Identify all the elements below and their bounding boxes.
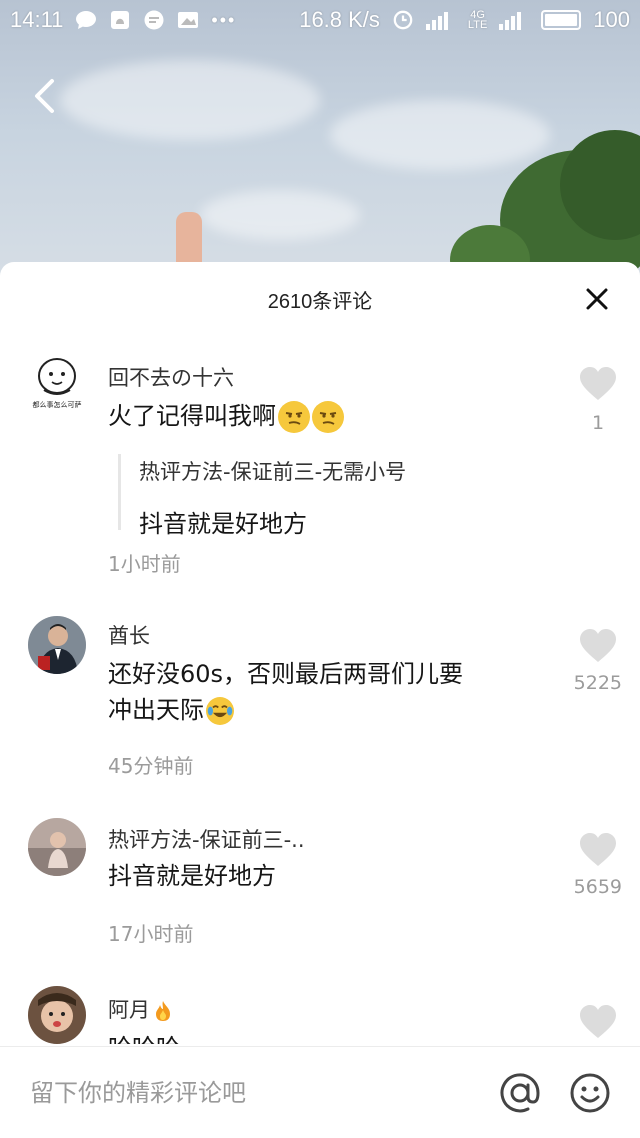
battery-icon: [541, 10, 582, 30]
message-icon: [144, 10, 164, 30]
smirk-emoji-icon: [312, 401, 344, 433]
heart-icon[interactable]: [578, 628, 618, 664]
comment-text-line-2: 冲出天际: [108, 696, 204, 724]
like-count: 5225: [573, 672, 622, 694]
status-time: 14:11: [10, 7, 64, 32]
reply-text: 抖音就是好地方: [139, 510, 307, 538]
image-icon: [178, 12, 199, 28]
comment-username[interactable]: 回不去の十六: [108, 362, 234, 392]
close-icon[interactable]: [584, 286, 610, 312]
comment-item: 阿月 哈哈哈: [0, 966, 640, 1044]
back-button[interactable]: [24, 76, 64, 116]
comment-input[interactable]: [30, 1078, 470, 1107]
comment-text: 还好没60s，否则最后两哥们儿要 冲出天际: [108, 656, 538, 728]
battery-level: 100: [593, 7, 630, 32]
chevron-left-icon: [35, 79, 54, 113]
alarm-icon: [393, 10, 413, 30]
comment-text: 抖音就是好地方: [108, 862, 276, 890]
emoji-picker-icon[interactable]: [568, 1071, 612, 1115]
comment-text: 哈哈哈: [108, 1030, 538, 1044]
like-count: 5659: [573, 876, 622, 898]
network-speed: 16.8 K/s: [299, 7, 380, 32]
signal-icon: [425, 12, 448, 30]
comment-item: 热评方法-保证前三-.. 抖音就是好地方 17小时前 5659: [0, 796, 640, 966]
heart-icon[interactable]: [578, 832, 618, 868]
heart-icon[interactable]: [578, 366, 618, 402]
comment-username[interactable]: 酋长: [108, 620, 150, 650]
comment-item: 都么事怎么可萨 回不去の十六 火了记得叫我啊 热评方法-保证前三-无需小号 抖音…: [0, 336, 640, 586]
comment-item: 酋长 还好没60s，否则最后两哥们儿要 冲出天际 45分钟前 5225: [0, 586, 640, 796]
comment-text: 火了记得叫我啊: [108, 398, 538, 434]
comment-username-text: 阿月: [108, 998, 150, 1022]
fire-icon: [156, 1001, 170, 1021]
at-mention-icon[interactable]: [498, 1071, 542, 1115]
avatar[interactable]: [28, 616, 86, 674]
avatar[interactable]: [28, 986, 86, 1044]
comment-count-title: 2610条评论: [267, 290, 373, 313]
comment-text-content: 火了记得叫我啊: [108, 402, 276, 430]
chat-bubble-icon: [76, 11, 97, 29]
comment-list[interactable]: 都么事怎么可萨 回不去の十六 火了记得叫我啊 热评方法-保证前三-无需小号 抖音…: [0, 336, 640, 1044]
tears-of-joy-emoji-icon: [206, 697, 234, 725]
avatar[interactable]: 都么事怎么可萨: [28, 352, 86, 410]
comment-time: 1小时前: [108, 552, 181, 576]
video-background: [0, 0, 640, 300]
comment-username[interactable]: 热评方法-保证前三-..: [108, 824, 305, 854]
comment-input-bar: [0, 1046, 640, 1138]
comment-time: 17小时前: [108, 922, 194, 946]
comment-sheet: 2610条评论 都么事怎么可萨 回不去の十六 火了记得叫我啊 热评方法-保证前三…: [0, 262, 640, 1138]
quoted-reply[interactable]: 热评方法-保证前三-无需小号 抖音就是好地方: [118, 454, 538, 538]
more-dots-icon: •••: [211, 9, 237, 30]
comment-time: 45分钟前: [108, 754, 194, 778]
smirk-emoji-icon: [278, 401, 310, 433]
like-count: 1: [591, 412, 605, 434]
child-photo-avatar: [28, 818, 86, 876]
reply-username: 热评方法-保证前三-无需小号: [139, 460, 407, 484]
avatar-caption: 都么事怎么可萨: [32, 401, 82, 409]
man-in-suit-avatar: [28, 616, 86, 674]
avatar[interactable]: [28, 818, 86, 876]
4g-lte-icon: 4G LTE: [467, 9, 488, 31]
child-selfie-avatar: [28, 986, 86, 1044]
comment-text-line-1: 还好没60s，否则最后两哥们儿要: [108, 660, 464, 688]
notification-icon: [111, 11, 130, 29]
status-bar: 14:11 ••• 16.8 K/s 4G LTE 100: [0, 0, 640, 40]
comment-username[interactable]: 阿月: [108, 994, 172, 1024]
sheet-header: 2610条评论: [0, 262, 640, 336]
signal-icon-2: [499, 12, 522, 30]
heart-icon[interactable]: [578, 1004, 618, 1040]
